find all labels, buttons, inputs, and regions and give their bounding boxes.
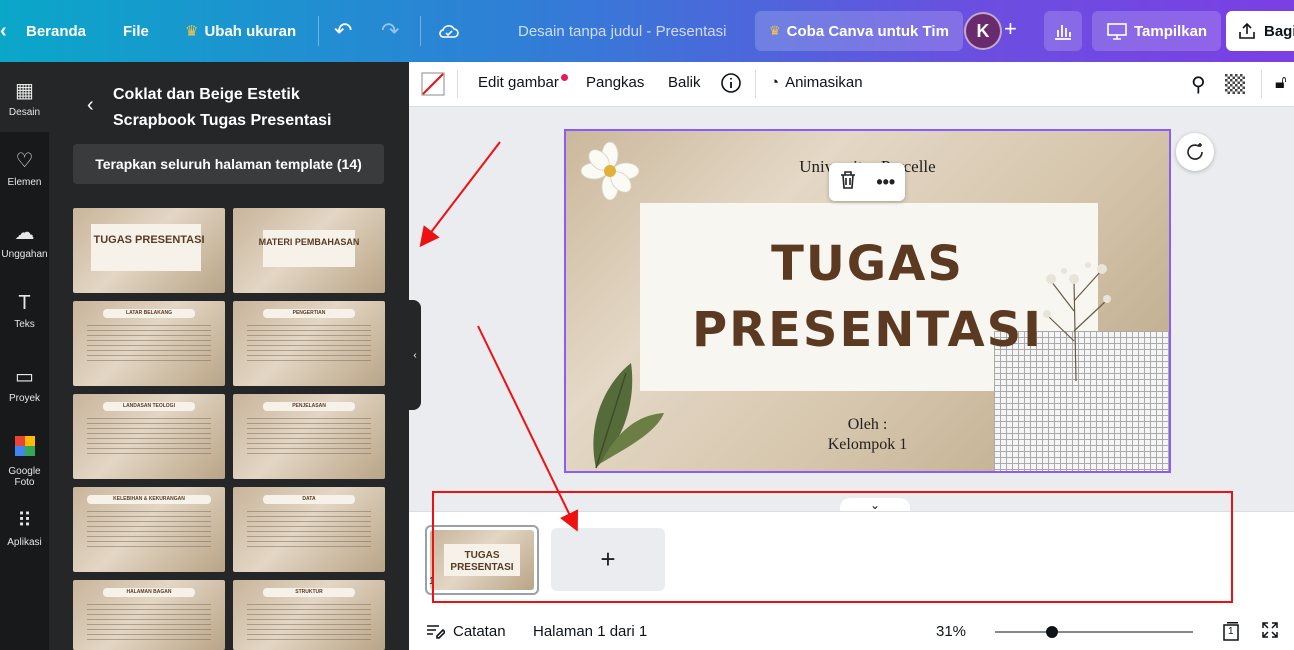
collapse-panel-handle[interactable]: ‹ (409, 300, 421, 410)
add-collaborator-icon[interactable]: + (1004, 16, 1017, 42)
animate-icon: ◔ (770, 74, 780, 91)
template-thumb[interactable]: LANDASAN TEOLOGI (73, 394, 225, 479)
zoom-slider-handle[interactable] (1046, 626, 1058, 638)
bar-chart-icon (1055, 25, 1071, 40)
rail-item-apps[interactable]: ⠿ Aplikasi (0, 508, 49, 548)
annotation-highlight-box (432, 491, 1233, 603)
page-indicator[interactable]: Halaman 1 dari 1 (533, 623, 647, 640)
template-thumb[interactable]: LATAR BELAKANG (73, 301, 225, 386)
upload-share-icon (1239, 22, 1255, 39)
notes-icon[interactable] (425, 621, 447, 643)
try-canva-team-button[interactable]: ♛ Coba Canva untuk Tim (755, 11, 963, 51)
transparency-icon[interactable] (1225, 74, 1245, 94)
left-rail: ▦ Desain ♡ Elemen ☁ Unggahan T Teks ▭ Proyek … (0, 62, 49, 650)
author-text[interactable]: Oleh : Kelompok 1 (566, 415, 1169, 455)
rail-item-design[interactable]: ▦ Desain (0, 62, 49, 132)
animate-button[interactable]: ◔ Animasikan (770, 74, 863, 91)
present-icon (1107, 23, 1127, 40)
share-button[interactable]: Bagi (1226, 11, 1294, 51)
template-panel: ‹ Coklat dan Beige Estetik Scrapbook Tug… (49, 62, 409, 650)
rail-item-uploads[interactable]: ☁ Unggahan (0, 220, 49, 260)
template-thumb[interactable]: TUGAS PRESENTASI (73, 208, 225, 293)
apps-icon: ⠿ (17, 510, 32, 532)
upload-icon: ☁ (14, 222, 35, 244)
rail-item-text[interactable]: T Teks (0, 292, 49, 330)
google-photos-icon (0, 436, 49, 462)
undo-icon[interactable]: ↶ (334, 0, 352, 62)
redo-icon[interactable]: ↷ (381, 0, 399, 62)
crop-button[interactable]: Pangkas (586, 74, 644, 91)
apply-all-pages-button[interactable]: Terapkan seluruh halaman template (14) (73, 144, 384, 184)
divider (1261, 70, 1262, 98)
crown-icon: ♛ (185, 23, 199, 40)
file-menu-button[interactable]: File (123, 0, 149, 62)
leaf-icon (593, 363, 664, 469)
context-toolbar: Edit gambar Pangkas Balik ◔ Animasikan ⚲ … (409, 62, 1294, 107)
resize-button[interactable]: ♛ Ubah ukuran (185, 0, 296, 62)
fullscreen-icon[interactable] (1261, 621, 1279, 643)
info-icon[interactable] (720, 72, 742, 94)
zoom-slider-track[interactable] (995, 631, 1193, 633)
top-bar: ‹ Beranda File ♛ Ubah ukuran ↶ ↷ Desain … (0, 0, 1294, 62)
panel-title: Coklat dan Beige Estetik Scrapbook Tugas… (113, 86, 332, 129)
cloud-save-icon[interactable] (438, 0, 460, 62)
template-thumb[interactable]: MATERI PEMBAHASAN (233, 208, 385, 293)
layout-icon: ▦ (15, 80, 34, 102)
template-thumb[interactable]: DATA (233, 487, 385, 572)
template-thumb[interactable]: KELEBIHAN & KEKURANGAN (73, 487, 225, 572)
trash-icon[interactable] (839, 170, 857, 195)
home-button[interactable]: Beranda (26, 0, 86, 62)
template-thumb[interactable]: PENGERTIAN (233, 301, 385, 386)
document-title[interactable]: Desain tanpa judul - Presentasi (518, 0, 726, 62)
divider (318, 16, 319, 46)
avatar[interactable]: K (964, 12, 1002, 50)
divider (755, 70, 756, 98)
pages-grid-button[interactable]: 1 (1221, 621, 1241, 645)
ai-refresh-button[interactable] (1176, 133, 1214, 171)
zoom-level[interactable]: 31% (936, 623, 966, 640)
refresh-plus-icon (1187, 143, 1203, 160)
slide-title[interactable]: TUGAS PRESENTASI (646, 231, 1089, 363)
lock-icon[interactable]: 🔓︎ (1275, 72, 1287, 93)
rail-item-projects[interactable]: ▭ Proyek (0, 364, 49, 404)
folder-icon: ▭ (15, 366, 34, 388)
more-options-icon[interactable]: ••• (876, 172, 895, 193)
divider (420, 16, 421, 46)
present-button[interactable]: Tampilkan (1092, 11, 1222, 51)
crown-icon: ♛ (769, 23, 781, 38)
template-thumb[interactable]: STRUKTUR (233, 580, 385, 650)
paint-format-icon[interactable]: ⚲ (1191, 72, 1206, 97)
rail-item-google-photos[interactable]: Google Foto (0, 436, 49, 488)
divider (457, 70, 458, 98)
notification-dot (560, 74, 568, 81)
shapes-icon: ♡ (15, 150, 34, 172)
flip-button[interactable]: Balik (668, 74, 701, 91)
rail-item-elements[interactable]: ♡ Elemen (0, 148, 49, 188)
bottom-bar: Catatan Halaman 1 dari 1 31% 1 (409, 611, 1294, 650)
edit-image-button[interactable]: Edit gambar (478, 74, 568, 91)
color-none-icon[interactable] (421, 72, 445, 96)
element-floating-toolbar: ••• (829, 163, 905, 201)
template-thumb[interactable]: HALAMAN BAGAN (73, 580, 225, 650)
insights-button[interactable] (1044, 11, 1082, 51)
notes-button[interactable]: Catatan (453, 623, 506, 640)
template-thumb[interactable]: PENJELASAN (233, 394, 385, 479)
text-icon: T (18, 292, 31, 314)
back-chevron-icon[interactable]: ‹ (0, 0, 7, 62)
panel-back-icon[interactable]: ‹ (87, 94, 94, 117)
